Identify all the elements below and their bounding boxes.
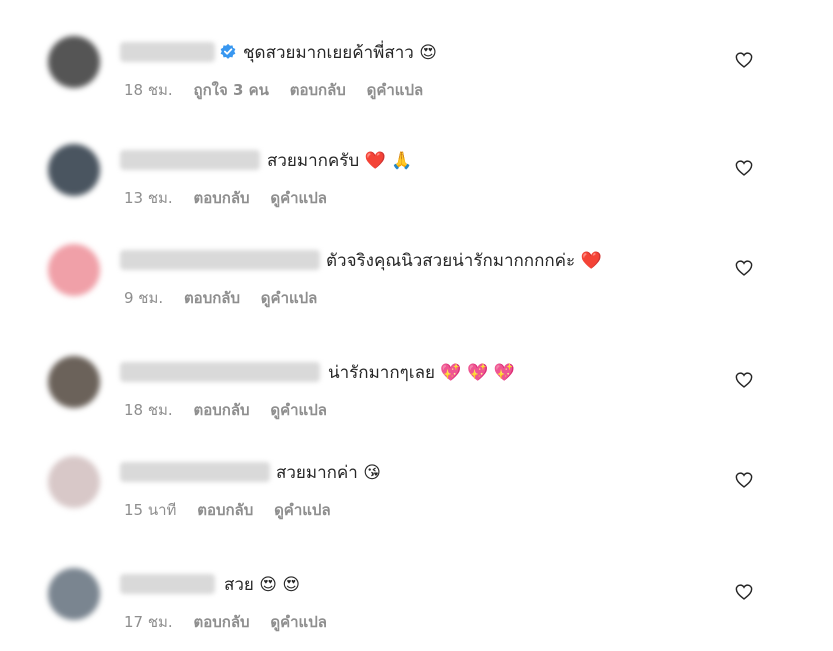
emoji: 💖 💖 💖 <box>440 363 515 383</box>
heart-icon[interactable] <box>735 472 753 488</box>
comment-text: สวย 😍 😍 <box>224 575 301 595</box>
verified-badge-icon <box>220 43 236 59</box>
see-translation-button[interactable]: ดูคำแปล <box>270 613 327 631</box>
heart-icon[interactable] <box>735 584 753 600</box>
comment-meta: 13 ชม. ตอบกลับ ดูคำแปล <box>124 188 343 208</box>
comment-text: ชุดสวยมากเยยค้าพี่สาว 😍 <box>243 43 437 63</box>
see-translation-button[interactable]: ดูคำแปล <box>261 289 318 307</box>
emoji: ❤️ <box>580 251 602 271</box>
username-blurred[interactable] <box>120 362 320 382</box>
avatar[interactable] <box>48 36 100 88</box>
likes-count-link[interactable]: ถูกใจ 3 คน <box>193 81 268 99</box>
emoji: ❤️ 🙏 <box>364 151 413 171</box>
comment-meta: 18 ชม. ตอบกลับ ดูคำแปล <box>124 400 343 420</box>
comment-meta: 17 ชม. ตอบกลับ ดูคำแปล <box>124 612 343 632</box>
reply-button[interactable]: ตอบกลับ <box>290 81 346 99</box>
comment-text: สวยมากครับ ❤️ 🙏 <box>267 151 413 171</box>
comment-text: ตัวจริงคุณนิวสวยน่ารักมากกกกค่ะ ❤️ <box>326 251 602 271</box>
timestamp: 15 นาที <box>124 501 177 519</box>
comment-meta: 18 ชม. ถูกใจ 3 คน ตอบกลับ ดูคำแปล <box>124 80 439 100</box>
see-translation-button[interactable]: ดูคำแปล <box>274 501 331 519</box>
heart-icon[interactable] <box>735 52 753 68</box>
timestamp: 18 ชม. <box>124 81 173 99</box>
timestamp: 9 ชม. <box>124 289 164 307</box>
comment-text: สวยมากค่า 😘 <box>276 463 381 483</box>
avatar[interactable] <box>48 244 100 296</box>
heart-icon[interactable] <box>735 260 753 276</box>
reply-button[interactable]: ตอบกลับ <box>193 613 249 631</box>
username-blurred[interactable] <box>120 462 270 482</box>
comment-meta: 15 นาที ตอบกลับ ดูคำแปล <box>124 500 347 520</box>
reply-button[interactable]: ตอบกลับ <box>184 289 240 307</box>
timestamp: 18 ชม. <box>124 401 173 419</box>
emoji: 😍 😍 <box>259 575 301 595</box>
username-blurred[interactable] <box>120 250 320 270</box>
emoji: 😍 <box>419 43 437 63</box>
comment-meta: 9 ชม. ตอบกลับ ดูคำแปล <box>124 288 333 308</box>
see-translation-button[interactable]: ดูคำแปล <box>270 401 327 419</box>
username-blurred[interactable] <box>120 150 260 170</box>
see-translation-button[interactable]: ดูคำแปล <box>367 81 424 99</box>
reply-button[interactable]: ตอบกลับ <box>193 401 249 419</box>
heart-icon[interactable] <box>735 160 753 176</box>
reply-button[interactable]: ตอบกลับ <box>197 501 253 519</box>
timestamp: 13 ชม. <box>124 189 173 207</box>
reply-button[interactable]: ตอบกลับ <box>193 189 249 207</box>
avatar[interactable] <box>48 568 100 620</box>
avatar[interactable] <box>48 144 100 196</box>
emoji: 😘 <box>363 463 381 483</box>
comment-text: น่ารักมากๆเลย 💖 💖 💖 <box>328 363 515 383</box>
username-blurred[interactable] <box>120 42 215 62</box>
see-translation-button[interactable]: ดูคำแปล <box>270 189 327 207</box>
timestamp: 17 ชม. <box>124 613 173 631</box>
avatar[interactable] <box>48 456 100 508</box>
avatar[interactable] <box>48 356 100 408</box>
heart-icon[interactable] <box>735 372 753 388</box>
username-blurred[interactable] <box>120 574 215 594</box>
